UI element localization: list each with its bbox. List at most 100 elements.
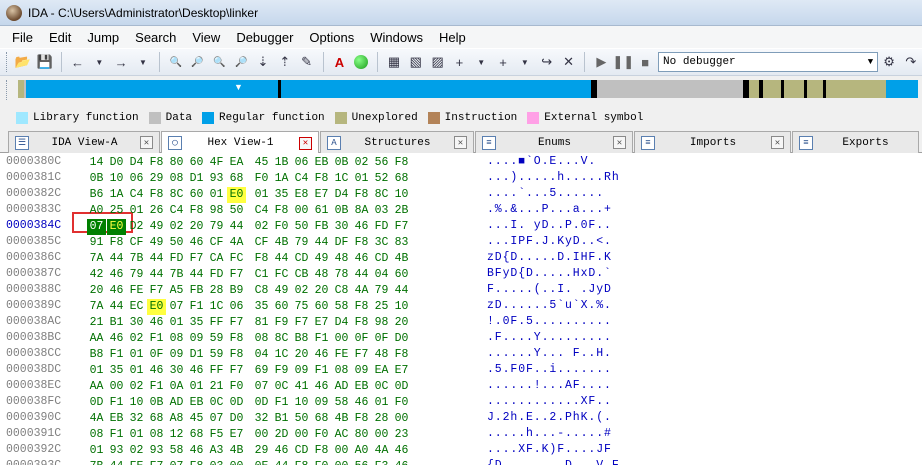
hex-byte[interactable]: FD — [167, 251, 186, 267]
hex-byte[interactable]: E7 — [392, 363, 411, 379]
hex-byte[interactable]: E7 — [227, 427, 246, 443]
hex-byte[interactable]: 4B — [272, 235, 291, 251]
hex-byte[interactable]: D4 — [127, 155, 146, 171]
hex-byte[interactable]: 48 — [372, 347, 391, 363]
hex-byte[interactable]: 46 — [312, 379, 331, 395]
hex-byte[interactable]: 7A — [87, 251, 106, 267]
hex-byte[interactable]: 60 — [272, 299, 291, 315]
dropdown-arrow-icon[interactable]: ▼ — [133, 52, 153, 72]
close-icon[interactable]: ✕ — [613, 136, 626, 149]
hex-byte[interactable]: 06 — [292, 155, 311, 171]
hex-byte[interactable]: 30 — [332, 219, 351, 235]
hex-row[interactable]: 000038BC AA 46 02 F1 08 09 59 F8 08 8C B8 F1 00 0F 0F D0… — [0, 331, 922, 347]
hex-byte[interactable]: FB — [187, 283, 206, 299]
hex-byte[interactable]: F7 — [147, 459, 166, 465]
hex-byte[interactable]: F0 — [272, 219, 291, 235]
hex-byte[interactable]: 44 — [392, 283, 411, 299]
hex-byte[interactable]: B8 — [87, 347, 106, 363]
hex-byte[interactable]: A0 — [352, 443, 371, 459]
hex-byte[interactable]: 4B — [392, 251, 411, 267]
hex-byte[interactable]: CD — [372, 251, 391, 267]
hex-byte[interactable]: 08 — [167, 171, 186, 187]
hex-byte[interactable]: 59 — [207, 331, 226, 347]
hex-byte[interactable]: 01 — [127, 363, 146, 379]
hex-byte[interactable]: 80 — [352, 427, 371, 443]
hex-byte[interactable]: 09 — [312, 395, 331, 411]
hex-byte[interactable]: CF — [207, 235, 226, 251]
hex-byte[interactable]: 93 — [107, 443, 126, 459]
hex-byte[interactable]: 08 — [167, 331, 186, 347]
hex-byte[interactable]: 80 — [167, 155, 186, 171]
hex-byte[interactable]: 69 — [252, 363, 271, 379]
hex-byte[interactable]: 68 — [227, 171, 246, 187]
hex-row[interactable]: 0000389C 7A 44 EC E0 07 F1 1C 06 35 60 75 60 58 F8 25 10… — [0, 299, 922, 315]
open-file-icon[interactable]: 📂 — [13, 52, 33, 72]
hex-byte[interactable]: FC — [272, 267, 291, 283]
tab-ida-view-a[interactable]: ☰ IDA View-A ✕ — [8, 131, 160, 153]
hex-byte[interactable]: D0 — [107, 155, 126, 171]
hex-byte[interactable]: 49 — [272, 283, 291, 299]
hex-byte[interactable]: B1 — [272, 411, 291, 427]
hex-byte[interactable]: 20 — [292, 347, 311, 363]
hex-byte[interactable]: 3C — [372, 235, 391, 251]
hex-byte[interactable]: F7 — [392, 219, 411, 235]
hex-byte[interactable]: 78 — [332, 267, 351, 283]
hex-byte[interactable]: 1C — [332, 171, 351, 187]
dropdown-arrow-icon[interactable]: ▼ — [515, 52, 535, 72]
hex-row[interactable]: 0000391C 08 F1 01 08 12 68 F5 E7 00 2D 00 F0 AC 80 00 23… — [0, 427, 922, 443]
hex-byte[interactable]: 09 — [167, 347, 186, 363]
hex-byte[interactable]: FE — [127, 283, 146, 299]
hex-byte[interactable]: 00 — [332, 331, 351, 347]
hex-byte[interactable]: 44 — [272, 459, 291, 465]
hex-byte[interactable]: 20 — [392, 315, 411, 331]
tab-hex-view-1[interactable]: ◯ Hex View-1 ✕ — [161, 131, 319, 154]
hex-byte[interactable]: 35 — [187, 315, 206, 331]
hex-byte[interactable]: 68 — [147, 411, 166, 427]
toolbar-grip[interactable] — [6, 52, 9, 72]
hex-byte[interactable]: 46 — [187, 235, 206, 251]
hex-byte[interactable]: FD — [207, 267, 226, 283]
hex-row[interactable]: 0000386C 7A 44 7B 44 FD F7 CA FC F8 44 CD 49 48 46 CD 4B… — [0, 251, 922, 267]
hex-byte[interactable]: 0C — [207, 395, 226, 411]
hex-byte[interactable]: 83 — [392, 235, 411, 251]
hex-byte[interactable]: 48 — [332, 251, 351, 267]
hex-byte[interactable]: D2 — [127, 219, 146, 235]
hex-byte[interactable]: 0B — [87, 171, 106, 187]
hex-byte[interactable]: F7 — [187, 251, 206, 267]
add-icon[interactable]: + — [450, 52, 470, 72]
hex-byte[interactable]: F0 — [312, 459, 331, 465]
hex-byte[interactable]: 49 — [147, 235, 166, 251]
hex-byte[interactable]: 4A — [372, 443, 391, 459]
hex-byte[interactable]: 20 — [187, 219, 206, 235]
hex-row[interactable]: 000038DC 01 35 01 46 30 46 FF F7 69 F9 09 F1 08 09 EA E7… — [0, 363, 922, 379]
hex-byte[interactable]: 32 — [127, 411, 146, 427]
hex-byte[interactable]: 68 — [392, 171, 411, 187]
hex-byte[interactable]: 28 — [207, 283, 226, 299]
hex-byte[interactable]: C8 — [252, 283, 271, 299]
hex-byte[interactable]: 0B — [332, 155, 351, 171]
hex-byte[interactable]: 49 — [312, 251, 331, 267]
hex-byte[interactable]: 0C — [372, 379, 391, 395]
hex-row[interactable]: 000038EC AA 00 02 F1 0A 01 21 F0 07 0C 41 46 AD EB 0C 0D… — [0, 379, 922, 395]
hex-row[interactable]: 0000383C A0 25 01 26 C4 F8 98 50 C4 F8 00 61 0B 8A 03 2B… — [0, 203, 922, 219]
hex-byte[interactable]: 1C — [272, 347, 291, 363]
hex-byte[interactable]: F8 — [352, 235, 371, 251]
hex-byte[interactable]: 02 — [167, 219, 186, 235]
hex-byte[interactable]: 45 — [252, 155, 271, 171]
hex-byte[interactable]: 44 — [107, 299, 126, 315]
hex-byte[interactable]: 61 — [312, 203, 331, 219]
hex-byte[interactable]: AD — [332, 379, 351, 395]
navigation-band[interactable]: ▼ — [18, 80, 918, 98]
menu-search[interactable]: Search — [127, 30, 184, 45]
hex-byte[interactable]: 56 — [352, 459, 371, 465]
hex-byte[interactable]: F8 — [187, 203, 206, 219]
hex-byte[interactable]: 20 — [312, 283, 331, 299]
hex-byte[interactable]: C4 — [167, 203, 186, 219]
hex-byte[interactable]: 32 — [252, 411, 271, 427]
hex-byte[interactable]: F5 — [207, 427, 226, 443]
hex-byte[interactable]: 35 — [107, 363, 126, 379]
hex-byte[interactable]: 58 — [332, 299, 351, 315]
hex-byte[interactable]: 4F — [207, 155, 226, 171]
debugger-options-icon[interactable]: ⚙ — [879, 52, 899, 72]
hex-byte[interactable]: F7 — [147, 283, 166, 299]
